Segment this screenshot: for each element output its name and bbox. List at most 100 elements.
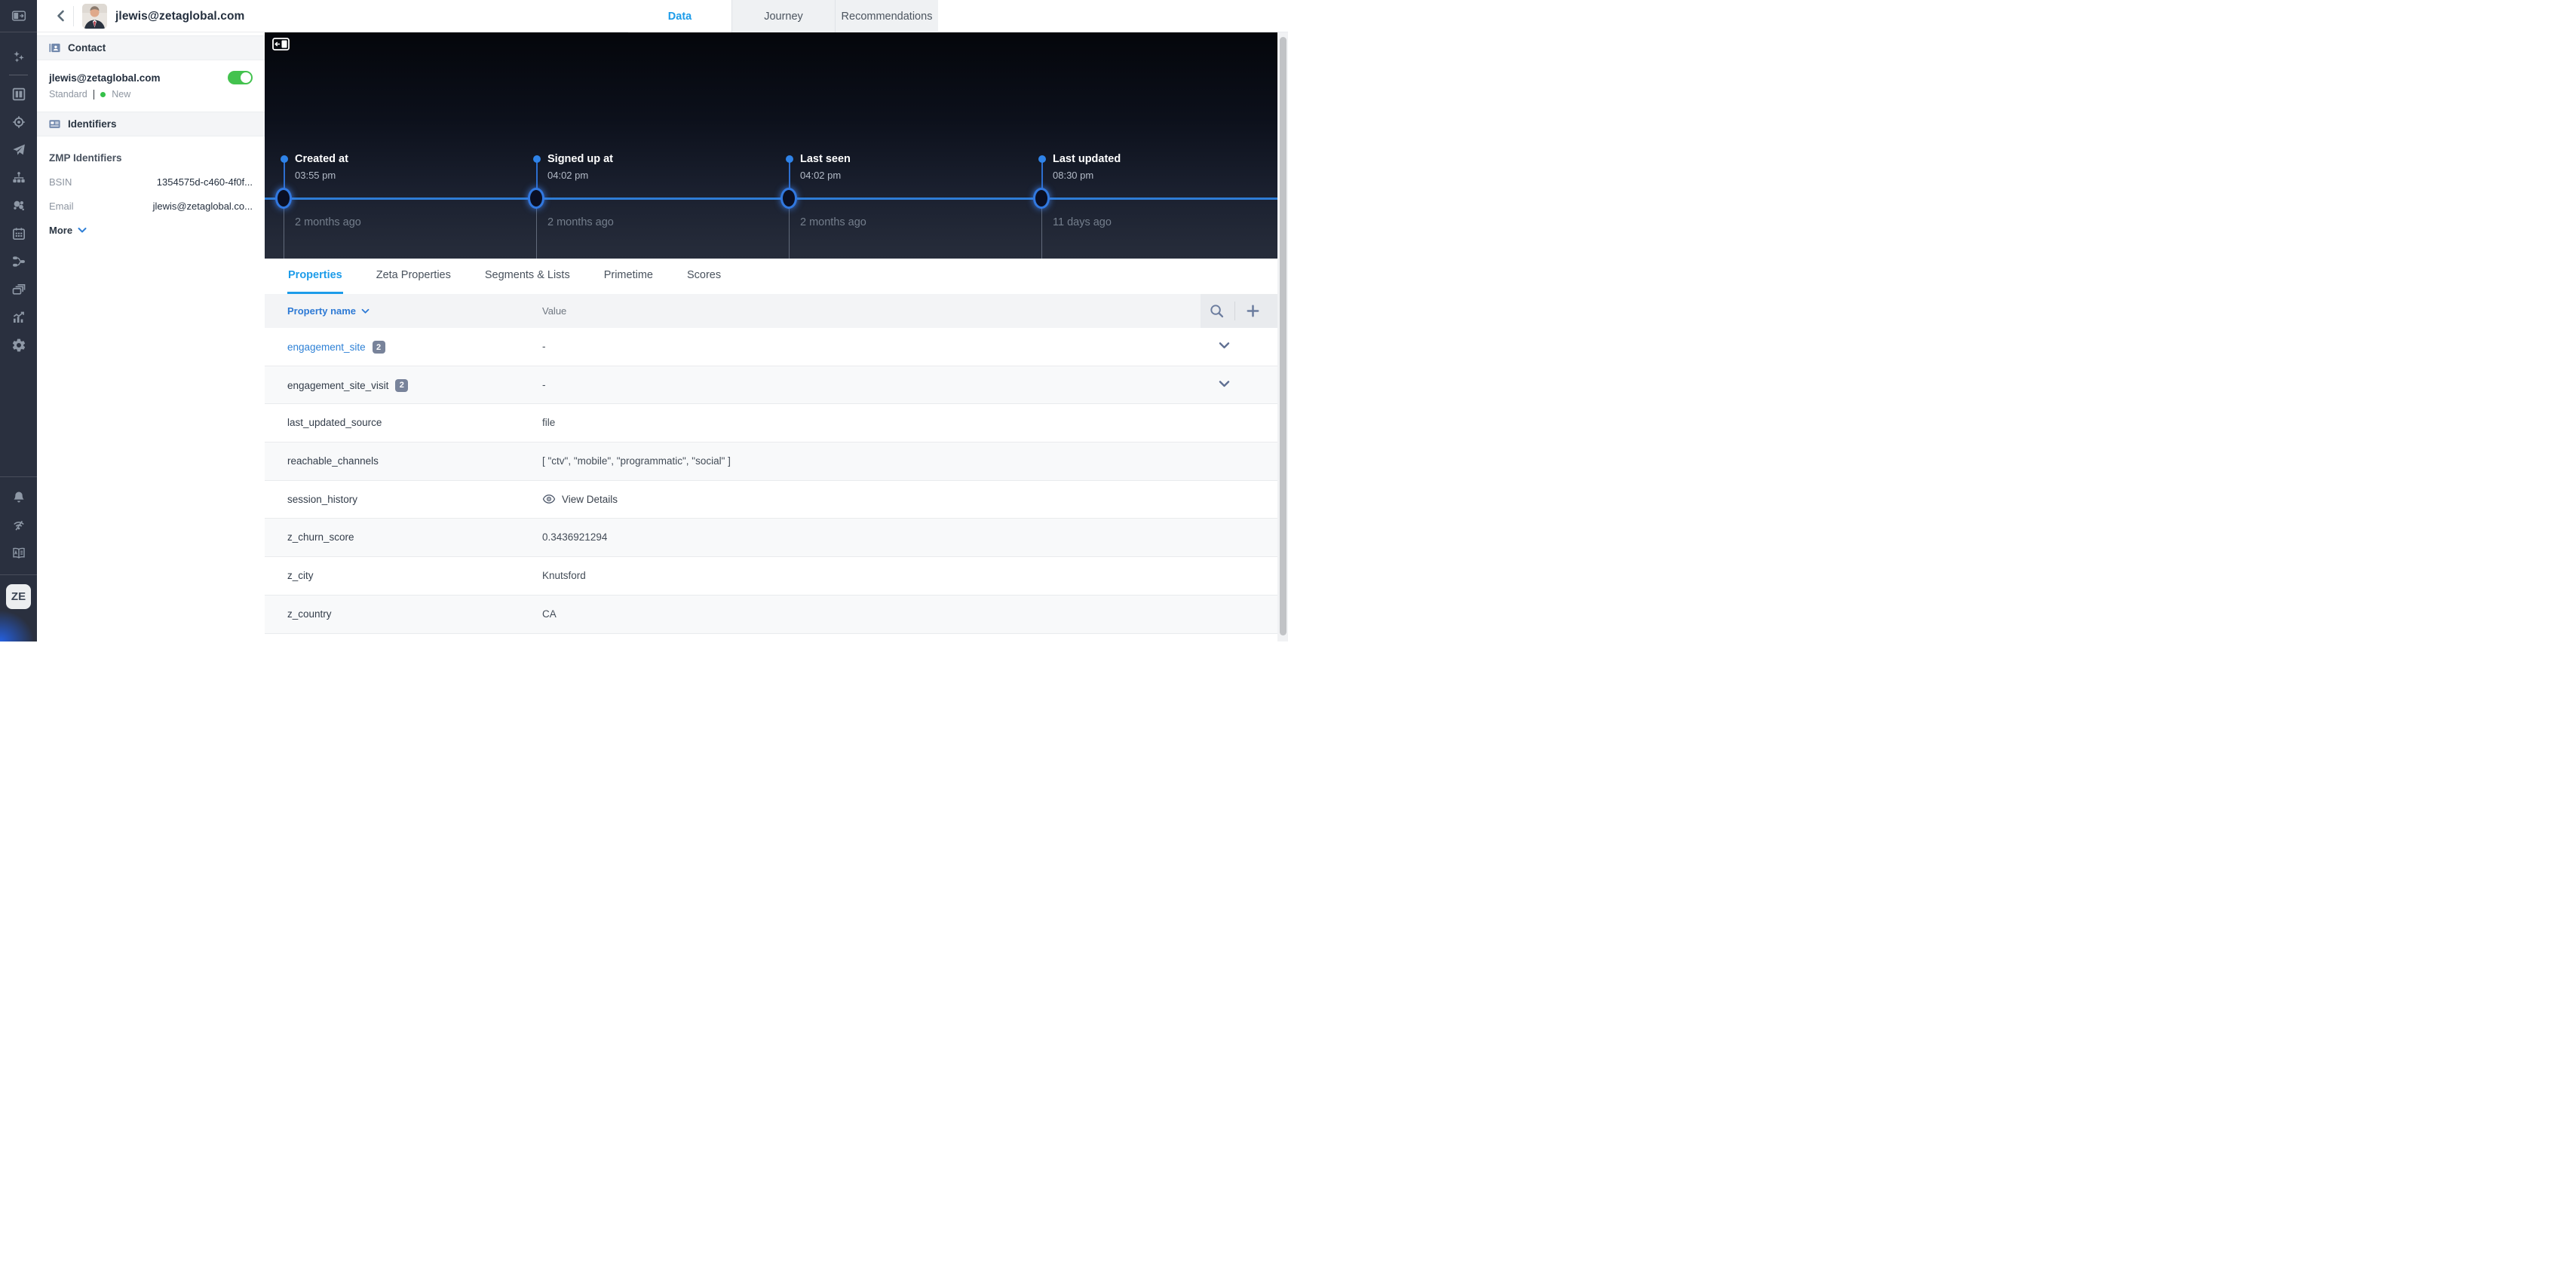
identifier-row: Email jlewis@zetaglobal.co... [37, 201, 265, 212]
event-label: Signed up at [547, 153, 613, 165]
notifications-bell-icon[interactable] [0, 483, 37, 511]
activity-timeline: Created at 03:55 pm 2 months ago Signed … [265, 32, 1277, 259]
properties-table: engagement_site 2 - engagement_site_visi… [265, 328, 1277, 634]
stacked-cards-icon[interactable] [0, 275, 37, 303]
tab-recommendations[interactable]: Recommendations [835, 0, 938, 32]
properties-tab-bar: Properties Zeta Properties Segments & Li… [265, 259, 1277, 294]
property-name: z_country [287, 608, 332, 620]
sitemap-icon[interactable] [0, 164, 37, 191]
table-row: last_updated_source file [265, 404, 1277, 442]
view-details-button[interactable]: View Details [542, 494, 618, 505]
chevron-down-icon [78, 227, 87, 234]
event-time: 04:02 pm [547, 170, 588, 181]
more-button[interactable]: More [37, 225, 265, 236]
table-row: z_churn_score 0.3436921294 [265, 519, 1277, 557]
column-property-name: Property name [287, 305, 356, 317]
contact-email: jlewis@zetaglobal.com [49, 72, 160, 84]
table-row: z_city Knutsford [265, 557, 1277, 596]
property-name-link[interactable]: engagement_site [287, 341, 366, 353]
table-actions [1201, 294, 1277, 328]
property-name: engagement_site_visit [287, 380, 388, 391]
dashboard-icon[interactable] [0, 80, 37, 108]
table-row[interactable]: engagement_site 2 - [265, 328, 1277, 366]
page-title: jlewis@zetaglobal.com [115, 10, 244, 23]
calendar-icon[interactable] [0, 219, 37, 247]
property-name: z_city [287, 570, 314, 581]
avatar [82, 4, 107, 29]
scrollbar-thumb[interactable] [1280, 37, 1286, 635]
tab-zeta-properties[interactable]: Zeta Properties [376, 259, 452, 294]
identifiers-section-title: Identifiers [68, 118, 117, 130]
search-icon[interactable] [1208, 302, 1225, 320]
audience-bubbles-icon[interactable] [0, 191, 37, 219]
property-name: z_churn_score [287, 531, 354, 543]
count-badge: 2 [395, 379, 408, 392]
event-dot [533, 155, 541, 163]
event-node[interactable] [1033, 188, 1050, 209]
tab-data[interactable]: Data [628, 0, 731, 32]
tab-journey[interactable]: Journey [731, 0, 835, 32]
event-label: Last updated [1053, 153, 1121, 165]
view-details-label: View Details [562, 494, 618, 505]
back-icon[interactable] [54, 8, 69, 23]
tab-scores[interactable]: Scores [686, 259, 722, 294]
event-ago: 11 days ago [1053, 216, 1112, 228]
workflow-icon[interactable] [0, 247, 37, 275]
tab-segments-lists[interactable]: Segments & Lists [484, 259, 571, 294]
send-plane-icon[interactable] [0, 136, 37, 164]
settings-gear-icon[interactable] [0, 331, 37, 359]
analytics-icon[interactable] [0, 303, 37, 331]
property-name: reachable_channels [287, 455, 379, 467]
table-row: z_country CA [265, 596, 1277, 634]
eye-icon [542, 494, 556, 504]
identifier-value: 1354575d-c460-4f0f... [157, 176, 253, 188]
expand-chevron-down-icon[interactable] [1219, 341, 1230, 350]
table-header: Property name Value [265, 294, 1277, 328]
table-row: reachable_channels [ "ctv", "mobile", "p… [265, 442, 1277, 481]
tab-properties[interactable]: Properties [287, 259, 343, 294]
tab-primetime[interactable]: Primetime [603, 259, 654, 294]
collapse-panel-left-icon[interactable] [272, 38, 290, 51]
signals-icon[interactable] [0, 511, 37, 539]
main-tabs: Data Journey Recommendations [628, 0, 938, 32]
collapse-panel-right-icon[interactable] [0, 2, 37, 30]
contact-active-toggle[interactable] [228, 71, 253, 84]
knowledge-book-icon[interactable] [0, 539, 37, 567]
event-label: Last seen [800, 153, 851, 165]
top-bar: jlewis@zetaglobal.com Data Journey Recom… [37, 0, 1288, 32]
zmp-identifiers-title: ZMP Identifiers [37, 152, 265, 164]
property-name: last_updated_source [287, 417, 382, 428]
event-time: 08:30 pm [1053, 170, 1093, 181]
vertical-scrollbar[interactable] [1277, 32, 1288, 642]
identifier-value: jlewis@zetaglobal.co... [153, 201, 253, 212]
event-node[interactable] [275, 188, 292, 209]
event-time: 04:02 pm [800, 170, 841, 181]
identifier-label: Email [49, 201, 74, 212]
ai-sparkles-icon[interactable] [0, 42, 37, 70]
sort-property-name[interactable]: Property name [287, 305, 370, 317]
event-node[interactable] [780, 188, 797, 209]
sort-chevron-down-icon [361, 308, 370, 314]
add-property-icon[interactable] [1244, 302, 1262, 320]
property-value: CA [542, 608, 557, 620]
status-dot [100, 92, 106, 97]
identifiers-section-header: Identifiers [37, 112, 265, 136]
event-node[interactable] [528, 188, 544, 209]
expand-chevron-down-icon[interactable] [1219, 380, 1230, 388]
property-value: [ "ctv", "mobile", "programmatic", "soci… [542, 455, 731, 467]
identifier-row: BSIN 1354575d-c460-4f0f... [37, 176, 265, 188]
main-content: Created at 03:55 pm 2 months ago Signed … [265, 32, 1277, 642]
target-icon[interactable] [0, 108, 37, 136]
property-value: - [542, 379, 546, 390]
contact-section-header: Contact [37, 35, 265, 60]
event-dot [786, 155, 793, 163]
table-row[interactable]: engagement_site_visit 2 - [265, 366, 1277, 405]
more-label: More [49, 225, 72, 236]
event-ago: 2 months ago [547, 216, 614, 228]
contact-panel: Contact jlewis@zetaglobal.com Standard N… [37, 32, 265, 642]
property-name: session_history [287, 494, 357, 505]
sub-divider [94, 90, 95, 100]
contact-card-icon [48, 41, 61, 54]
property-value: Knutsford [542, 570, 586, 581]
app-sidebar: ZE [0, 0, 37, 642]
